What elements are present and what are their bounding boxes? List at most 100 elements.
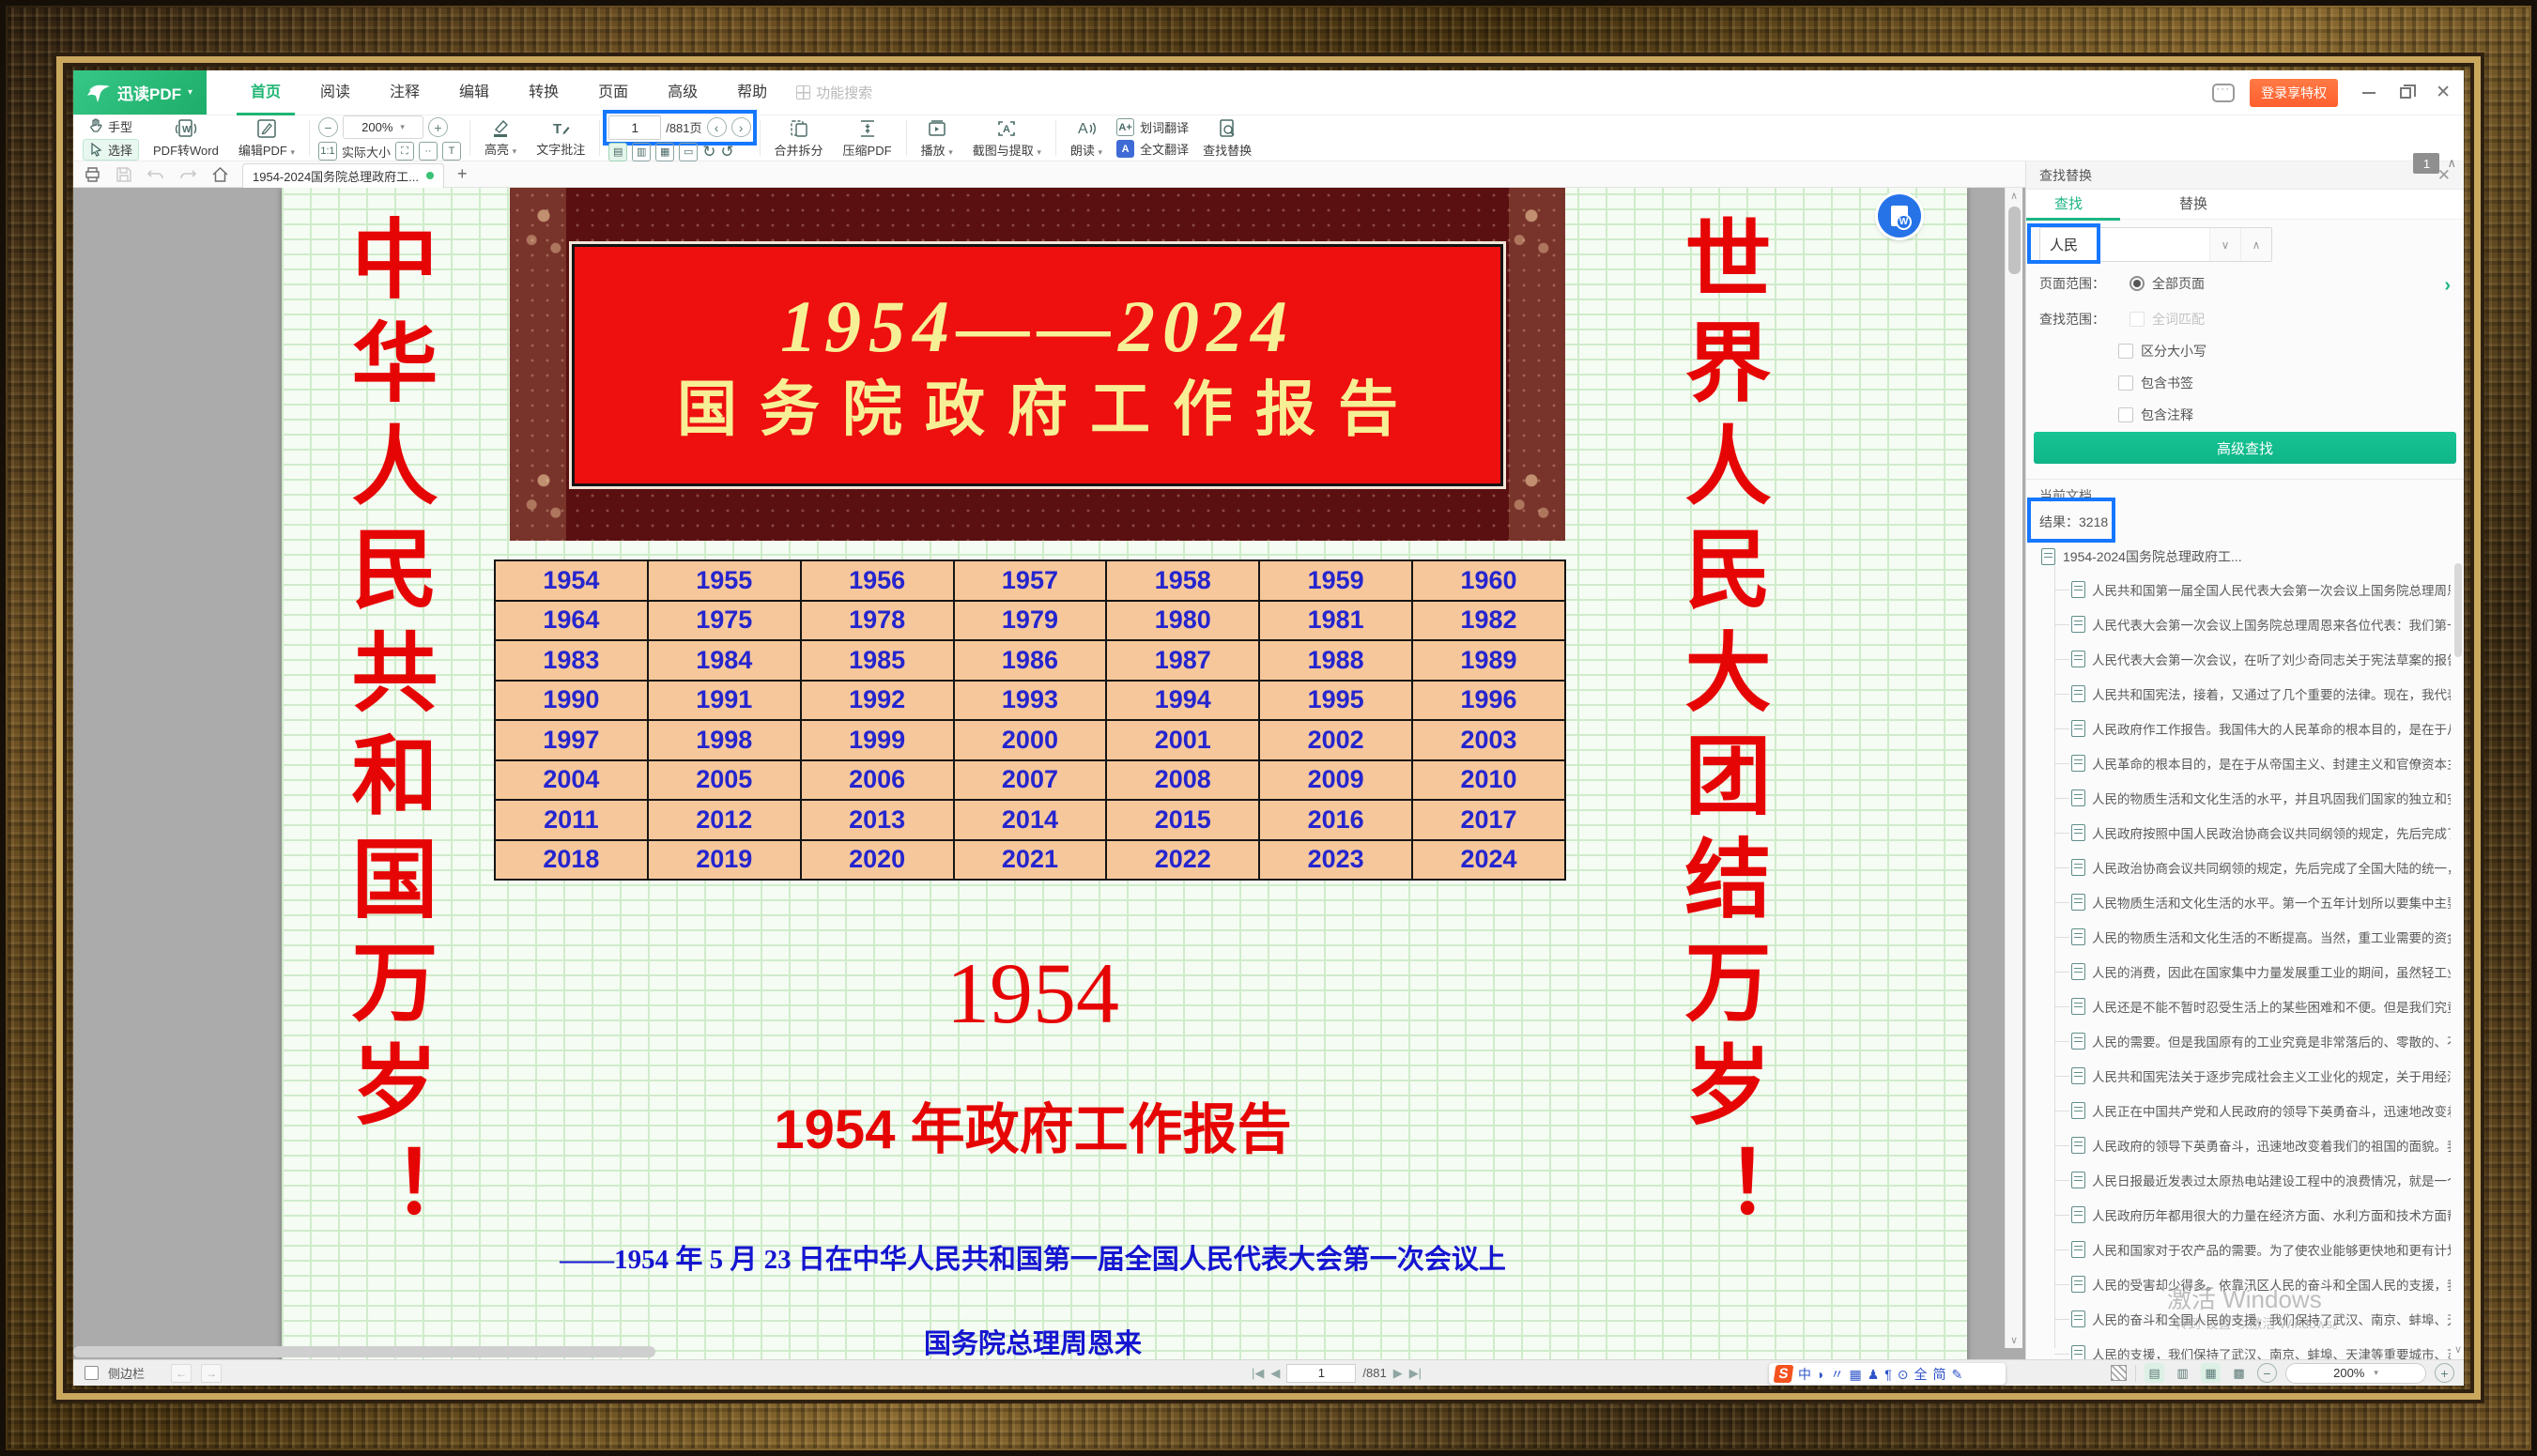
result-item[interactable]: 人民的物质生活和文化生活的不断提高。当然，重工业需要的资金比较多... [2026, 919, 2451, 954]
ime-icon-2[interactable]: 〃 [1830, 1368, 1843, 1381]
rotate-cw-button[interactable]: ↻ [702, 143, 715, 161]
result-item[interactable]: 人民日报最近发表过太原热电站建设工程中的浪费情况，就是一个惊人的... [2026, 1162, 2451, 1197]
menu-tab-3[interactable]: 编辑 [439, 70, 509, 115]
quad-view-button[interactable]: ▩ [2229, 1363, 2249, 1383]
result-item[interactable]: 人民革命的根本目的，是在于从帝国主义、封建主义和官僚资本主义的压... [2026, 745, 2451, 780]
ime-icon-9[interactable]: ✎ [1952, 1368, 1963, 1381]
two-page-layout-button[interactable]: ▥ [632, 143, 651, 161]
print-button[interactable] [83, 165, 101, 184]
result-item[interactable]: 人民共和国第一届全国人民代表大会第一次会议上国务院总理周恩来各位... [2026, 572, 2451, 606]
compress-pdf-button[interactable]: 压缩PDF [838, 116, 898, 160]
text-annotation-button[interactable]: T 文字批注 [530, 116, 591, 160]
case-checkbox[interactable] [2118, 344, 2133, 359]
panel-scroll-down-icon[interactable]: ∨ [2454, 1343, 2462, 1356]
collapse-toolbar-icon[interactable]: ∧ [2447, 156, 2456, 171]
ime-icon-5[interactable]: ¶ [1884, 1368, 1892, 1381]
menu-tab-0[interactable]: 首页 [231, 70, 300, 115]
pdf-page[interactable]: 1954——2024 国务院政府工作报告 中华人民共和国万岁！ 世界人民大团结万… [282, 188, 1967, 1359]
single-page-view-button[interactable]: ▤ [2145, 1363, 2164, 1383]
horizontal-scrollbar-thumb[interactable] [73, 1346, 655, 1357]
menu-tab-6[interactable]: 高级 [648, 70, 717, 115]
expand-range-icon[interactable]: › [2444, 276, 2451, 295]
prev-page-button[interactable]: ◀ [1270, 1366, 1280, 1381]
new-tab-button[interactable]: + [457, 164, 468, 184]
result-item[interactable]: 人民正在中国共产党和人民政府的领导下英勇奋斗，迅速地改变着我们的... [2026, 1093, 2451, 1127]
menu-tab-1[interactable]: 阅读 [300, 70, 370, 115]
fit-page-button[interactable]: ⛶ [395, 142, 414, 161]
result-item[interactable]: 人民和国家对于农产品的需要。为了使农业能够更快地和更有计划地发展... [2026, 1232, 2451, 1266]
ime-icon-0[interactable]: 中 [1798, 1368, 1811, 1381]
word-translate-button[interactable]: A+ 划词翻译 [1116, 118, 1189, 136]
result-item[interactable]: 人民代表大会第一次会议上国务院总理周恩来各位代表：我们第一届全国... [2026, 606, 2451, 641]
ime-logo-icon[interactable]: S [1774, 1365, 1794, 1383]
ime-icon-7[interactable]: 全 [1914, 1368, 1928, 1381]
annotation-checkbox[interactable] [2118, 407, 2133, 422]
zoom-out-button[interactable]: − [318, 117, 338, 137]
hand-tool-button[interactable]: 手型 [83, 116, 139, 136]
vertical-scrollbar[interactable]: ∧ ∨ [2005, 188, 2022, 1348]
zoom-in-button[interactable]: + [428, 117, 448, 137]
capture-extract-button[interactable]: A 截图与提取 ▾ [967, 116, 1047, 160]
result-item[interactable]: 人民的需要。但是我国原有的工业究竟是非常落后的、零散的、不平衡的... [2026, 1023, 2451, 1058]
tab-replace[interactable]: 替换 [2179, 190, 2207, 220]
statusbar-zoom-dropdown[interactable]: 200% ▾ [2285, 1363, 2426, 1384]
rotate-ccw-button[interactable]: ↺ [720, 143, 733, 161]
scroll-down-icon[interactable]: ∨ [2006, 1334, 2022, 1346]
result-item[interactable]: 人民政府作工作报告。我国伟大的人民革命的根本目的，是在于从帝国主... [2026, 711, 2451, 745]
result-item[interactable]: 人民共和国宪法关于逐步完成社会主义工业化的规定，关于用经济计划指... [2026, 1058, 2451, 1093]
read-aloud-button[interactable]: A 朗读 ▾ [1065, 116, 1108, 160]
save-button[interactable] [115, 165, 133, 184]
zoom-in-button[interactable]: + [2435, 1363, 2454, 1383]
page-range-radio[interactable] [2130, 276, 2145, 291]
four-page-layout-button[interactable]: ▦ [655, 143, 674, 161]
result-item[interactable]: 人民的消费，因此在国家集中力量发展重工业的期间，虽然轻工业和农业... [2026, 954, 2451, 989]
close-button[interactable]: ✕ [2436, 84, 2451, 101]
results-root-item[interactable]: 1954-2024国务院总理政府工... [2026, 541, 2451, 572]
statusbar-page-input[interactable]: 1 [1286, 1364, 1356, 1383]
select-tool-button[interactable]: 选择 [83, 139, 139, 161]
ime-icon-1[interactable]: ◗ [1817, 1368, 1824, 1381]
single-page-layout-button[interactable]: ▤ [608, 143, 627, 161]
next-page-button[interactable]: ▶ [1393, 1366, 1403, 1381]
menu-tab-5[interactable]: 页面 [578, 70, 648, 115]
zoom-out-button[interactable]: − [2257, 1363, 2277, 1383]
tab-find[interactable]: 查找 [2054, 190, 2083, 220]
pdf-to-word-float-button[interactable] [1878, 194, 1921, 238]
whole-word-checkbox[interactable] [2130, 312, 2145, 327]
history-forward-button[interactable]: → [201, 1364, 222, 1383]
ime-icon-4[interactable]: ♟ [1868, 1368, 1880, 1381]
find-prev-icon[interactable]: ∧ [2240, 228, 2271, 261]
result-item[interactable]: 人民政府历年都用很大的力量在经济方面、水利方面和技术方面帮助农业... [2026, 1197, 2451, 1232]
redo-button[interactable] [178, 165, 197, 184]
search-input[interactable]: 人民 ∨ ∧ [2039, 227, 2272, 262]
actual-size-icon[interactable]: 1:1 [318, 142, 337, 161]
document-tab[interactable]: 1954-2024国务院总理政府工... [242, 163, 444, 188]
result-item[interactable]: 人民政府的领导下英勇奋斗，迅速地改变着我们的祖国的面貌。我们一定... [2026, 1127, 2451, 1162]
fit-text-button[interactable]: T [442, 142, 461, 161]
minimize-button[interactable] [2362, 92, 2376, 94]
feature-search[interactable]: 功能搜索 [796, 70, 872, 115]
panel-scrollbar-thumb[interactable] [2454, 563, 2462, 657]
merge-split-button[interactable]: 合并拆分 [769, 116, 829, 160]
ime-icon-3[interactable]: ▦ [1849, 1368, 1861, 1381]
home-button[interactable] [210, 165, 229, 184]
page-number-input[interactable]: 1 [608, 115, 661, 140]
result-item[interactable]: 人民还是不能不暂时忍受生活上的某些困难和不便。但是我们究竟是忍受... [2026, 989, 2451, 1023]
scroll-up-icon[interactable]: ∧ [2006, 190, 2022, 202]
bookmark-checkbox[interactable] [2118, 375, 2133, 391]
result-item[interactable]: 人民的物质生活和文化生活的水平，并且巩固我们国家的独立和安全。我... [2026, 780, 2451, 815]
pdf-to-word-button[interactable]: W PDF转Word [147, 116, 224, 160]
result-item[interactable]: 人民代表大会第一次会议，在听了刘少奇同志关于宪法草案的报告并进行... [2026, 641, 2451, 676]
find-replace-button[interactable]: 查找替换 [1197, 116, 1257, 160]
zoom-level-dropdown[interactable]: 200%▾ [343, 115, 423, 139]
fit-width-button[interactable]: ·· [419, 142, 438, 161]
advanced-find-button[interactable]: 高级查找 [2034, 432, 2456, 464]
menu-tab-7[interactable]: 帮助 [717, 70, 787, 115]
menu-tab-4[interactable]: 转换 [509, 70, 578, 115]
restore-button[interactable] [2400, 87, 2411, 99]
book-view-button[interactable]: ▦ [2201, 1363, 2221, 1383]
edit-pdf-button[interactable]: 编辑PDF ▾ [233, 116, 300, 160]
find-next-icon[interactable]: ∨ [2209, 228, 2240, 261]
result-item[interactable]: 人民共和国宪法，接着，又通过了几个重要的法律。现在，我代表中央人... [2026, 676, 2451, 711]
result-item[interactable]: 人民政府按照中国人民政治协商会议共同纲领的规定，先后完成了全国大... [2026, 815, 2451, 850]
